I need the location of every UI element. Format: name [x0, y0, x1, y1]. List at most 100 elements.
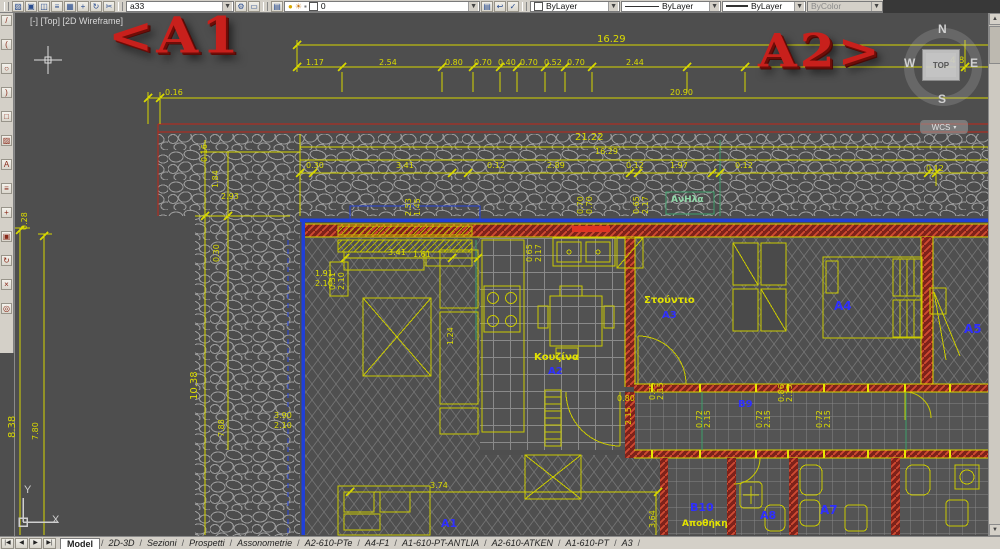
toolbar-grip[interactable] — [263, 2, 268, 11]
lineweight-sample — [726, 5, 748, 7]
mirror-icon[interactable]: ◫ — [38, 1, 50, 12]
scroll-up-icon[interactable]: ▲ — [989, 13, 1000, 25]
toolbar-grip[interactable] — [4, 2, 9, 11]
ucs-x-label: X — [52, 514, 59, 526]
layout-tab-bar: |◀ ◀ ▶ ▶| Model/2D-3D/Sezioni/Prospetti/… — [0, 536, 1000, 549]
hatch-icon[interactable]: ▨ — [1, 135, 12, 146]
linetype-control-combo[interactable]: ByLayer ▼ — [621, 1, 721, 12]
chevron-down-icon[interactable]: ▼ — [709, 2, 719, 11]
tab-nav-first[interactable]: |◀ — [1, 538, 14, 549]
plotstyle-control-combo: ByColor ▼ — [807, 1, 883, 12]
copy-tool-icon[interactable]: ▣ — [1, 231, 12, 242]
chevron-down-icon[interactable]: ▼ — [794, 2, 804, 11]
chevron-down-icon: ▾ — [953, 124, 956, 131]
modify-toolbar-group: ▨▣◫≡▦+↻✂ — [12, 1, 115, 12]
tab-separator: / — [484, 538, 487, 548]
layer-lock-icon[interactable]: ▪ — [304, 2, 307, 11]
drawing-canvas[interactable] — [15, 13, 988, 536]
annotation-a2: A2> — [758, 28, 882, 74]
dimension-icon[interactable]: ≡ — [1, 183, 12, 194]
viewcube-north[interactable]: N — [938, 22, 947, 36]
current-color-swatch — [534, 2, 543, 11]
text-icon[interactable]: A — [1, 159, 12, 170]
chevron-down-icon[interactable]: ▼ — [608, 2, 618, 11]
tab-nav-prev[interactable]: ◀ — [15, 538, 28, 549]
plotstyle-control-value: ByColor — [811, 1, 841, 11]
tab-separator: / — [638, 538, 641, 548]
layer-freeze-sun-icon[interactable]: ☀ — [295, 2, 302, 11]
viewcube-east[interactable]: E — [970, 56, 978, 70]
tab-separator: / — [297, 538, 300, 548]
layer-properties-icon[interactable]: ▤ — [271, 1, 283, 12]
chevron-down-icon[interactable]: ▼ — [468, 2, 478, 11]
tab-separator: / — [230, 538, 233, 548]
line-icon[interactable]: / — [1, 15, 12, 26]
tab-a1-610-pt[interactable]: A1-610-PT — [562, 538, 614, 548]
tab-separator: / — [558, 538, 561, 548]
layer-previous-icon[interactable]: ↩ — [494, 1, 506, 12]
make-layer-current-icon[interactable]: ✓ — [507, 1, 519, 12]
layer-tools-group: ▤↩✓ — [481, 1, 519, 12]
tab-a1-610-pt-antlia[interactable]: A1-610-PT-ANTLIA — [398, 538, 483, 548]
viewcube-top-face[interactable]: TOP — [922, 49, 960, 81]
draw-toolbar: / ( ○) □ ▨ A ≡ + ▣ ↻ × ◎ — [0, 13, 15, 536]
ucs-y-label: Y — [24, 484, 31, 496]
linetype-sample — [625, 6, 659, 7]
polyline-icon[interactable]: ( — [1, 39, 12, 50]
lineweight-control-combo[interactable]: ByLayer ▼ — [722, 1, 806, 12]
viewcube-south[interactable]: S — [938, 92, 946, 106]
circle-icon[interactable]: ○ — [1, 63, 12, 74]
tab-2d-3d[interactable]: 2D-3D — [105, 538, 139, 548]
tab-sezioni[interactable]: Sezioni — [143, 538, 181, 548]
rotate-icon[interactable]: ↻ — [90, 1, 102, 12]
layer-color-swatch — [309, 2, 318, 11]
tab-separator: / — [394, 538, 397, 548]
chevron-down-icon: ▼ — [871, 2, 881, 11]
color-control-value: ByLayer — [546, 1, 577, 11]
wcs-label: WCS — [932, 123, 951, 132]
arc-icon[interactable]: ) — [1, 87, 12, 98]
copy-icon[interactable]: ▣ — [25, 1, 37, 12]
layer-combo[interactable]: ● ☀ ▪ 0 ▼ — [284, 1, 480, 12]
tab-separator: / — [614, 538, 617, 548]
toolbar-void — [883, 0, 1000, 13]
rotate-tool-icon[interactable]: ↻ — [1, 255, 12, 266]
tab-separator: / — [182, 538, 185, 548]
tab-separator: / — [140, 538, 143, 548]
tab-a3[interactable]: A3 — [618, 538, 637, 548]
tab-a4-f1[interactable]: A4-F1 — [361, 538, 394, 548]
color-control-combo[interactable]: ByLayer ▼ — [530, 1, 620, 12]
wcs-menu[interactable]: WCS ▾ — [920, 120, 968, 134]
viewcube[interactable]: N W E S TOP — [898, 22, 988, 112]
layer-name-value: 0 — [321, 1, 326, 11]
tab-nav-next[interactable]: ▶ — [29, 538, 42, 549]
layer-on-bulb-icon[interactable]: ● — [288, 2, 293, 11]
tab-nav-last[interactable]: ▶| — [43, 538, 56, 549]
move-tool-icon[interactable]: + — [1, 207, 12, 218]
erase-icon[interactable]: ▨ — [12, 1, 24, 12]
tab-model[interactable]: Model — [60, 538, 100, 549]
autocad-window: ▨▣◫≡▦+↻✂ a33 ▼ ⚙▭ ▤ ● ☀ ▪ 0 ▼ ▤↩✓ ByLaye… — [0, 0, 1000, 549]
viewport-icon[interactable]: ▭ — [248, 1, 260, 12]
move-icon[interactable]: + — [77, 1, 89, 12]
layer-states-icon[interactable]: ▤ — [481, 1, 493, 12]
annotation-a1: <A1 — [108, 10, 242, 60]
tab-a2-610-pte[interactable]: A2-610-PTe — [301, 538, 357, 548]
linetype-control-value: ByLayer — [662, 1, 693, 11]
scrollbar-thumb[interactable] — [989, 26, 1000, 64]
tab-separator: / — [357, 538, 360, 548]
offset-icon[interactable]: ≡ — [51, 1, 63, 12]
layout-tabs: Model/2D-3D/Sezioni/Prospetti/Assonometr… — [60, 538, 641, 549]
viewcube-west[interactable]: W — [904, 56, 915, 70]
erase-tool-icon[interactable]: × — [1, 279, 12, 290]
rectangle-icon[interactable]: □ — [1, 111, 12, 122]
scroll-down-icon[interactable]: ▼ — [989, 524, 1000, 536]
tab-assonometrie[interactable]: Assonometrie — [233, 538, 296, 548]
array-icon[interactable]: ▦ — [64, 1, 76, 12]
draw-toolbar-strip: / ( ○) □ ▨ A ≡ + ▣ ↻ × ◎ — [0, 13, 14, 353]
toolbar-grip[interactable] — [522, 2, 527, 11]
tab-a2-610-atken[interactable]: A2-610-ATKEN — [488, 538, 557, 548]
tab-prospetti[interactable]: Prospetti — [185, 538, 229, 548]
zoom-tool-icon[interactable]: ◎ — [1, 303, 12, 314]
vertical-scrollbar[interactable]: ▲ ▼ — [988, 13, 1000, 536]
